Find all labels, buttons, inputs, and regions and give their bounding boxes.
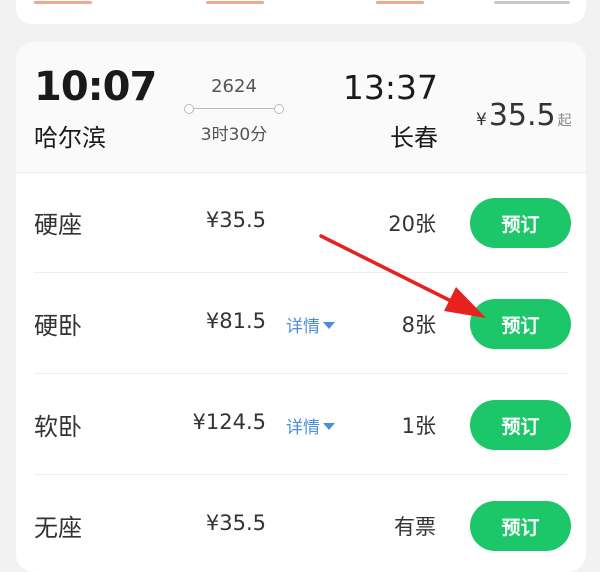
previous-card-fragment [34,0,94,4]
detail-label: 详情 [286,418,320,438]
book-button[interactable]: 预订 [470,400,571,450]
previous-card-fragment [494,0,574,4]
seat-availability: 1张 [401,414,436,438]
seat-price: ¥81.5 [205,309,266,333]
previous-card-fragment [206,0,266,4]
seat-type: 硬卧 [34,312,82,340]
previous-card-fragment [376,0,436,4]
detail-link[interactable]: 详情 [286,312,335,337]
row-divider [34,373,568,374]
detail-label: 详情 [286,317,320,337]
route-line [184,104,284,114]
row-divider [34,474,568,475]
lowest-price: ¥ 35.5 起 [476,98,572,133]
trip-duration: 3时30分 [200,125,268,145]
seat-price: ¥35.5 [205,511,266,535]
departure-time: 10:07 [34,64,157,110]
clipped-text [34,1,92,4]
seat-availability: 20张 [388,212,436,236]
book-button[interactable]: 预订 [470,299,571,349]
seat-row-hard-sleeper: 硬卧 ¥81.5 详情 8张 预订 [16,274,586,374]
train-summary[interactable]: 10:07 哈尔滨 2624 3时30分 13:37 长春 ¥ 35.5 起 [16,42,586,173]
seat-type: 硬座 [34,211,82,239]
seat-type: 软卧 [34,413,82,441]
seat-type: 无座 [34,514,82,542]
clipped-text [206,1,264,4]
route-start-dot [184,104,194,114]
train-card: 10:07 哈尔滨 2624 3时30分 13:37 长春 ¥ 35.5 起 硬… [16,42,586,572]
detail-link[interactable]: 详情 [286,413,335,438]
route-end-dot [274,104,284,114]
seat-availability: 8张 [401,313,436,337]
caret-down-icon [323,322,335,329]
clipped-text [376,1,424,4]
caret-down-icon [323,423,335,430]
book-button[interactable]: 预订 [470,198,571,248]
previous-result-card [16,0,586,24]
arrival-station: 长春 [390,124,438,152]
seat-row-hard-seat: 硬座 ¥35.5 20张 预订 [16,173,586,273]
seat-row-soft-sleeper: 软卧 ¥124.5 详情 1张 预订 [16,375,586,475]
seat-availability: 有票 [394,515,436,539]
seat-price: ¥35.5 [205,208,266,232]
train-number: 2624 [211,76,257,97]
lowest-price-value: 35.5 [488,98,556,133]
route-bar [189,108,279,109]
arrival-time: 13:37 [342,68,438,107]
seat-price: ¥124.5 [192,410,266,434]
price-from-suffix: 起 [557,113,572,129]
clipped-text [494,1,570,4]
seat-row-no-seat: 无座 ¥35.5 有票 预订 [16,476,586,572]
departure-station: 哈尔滨 [34,124,106,152]
currency-symbol: ¥ [476,110,487,130]
row-divider [34,272,568,273]
